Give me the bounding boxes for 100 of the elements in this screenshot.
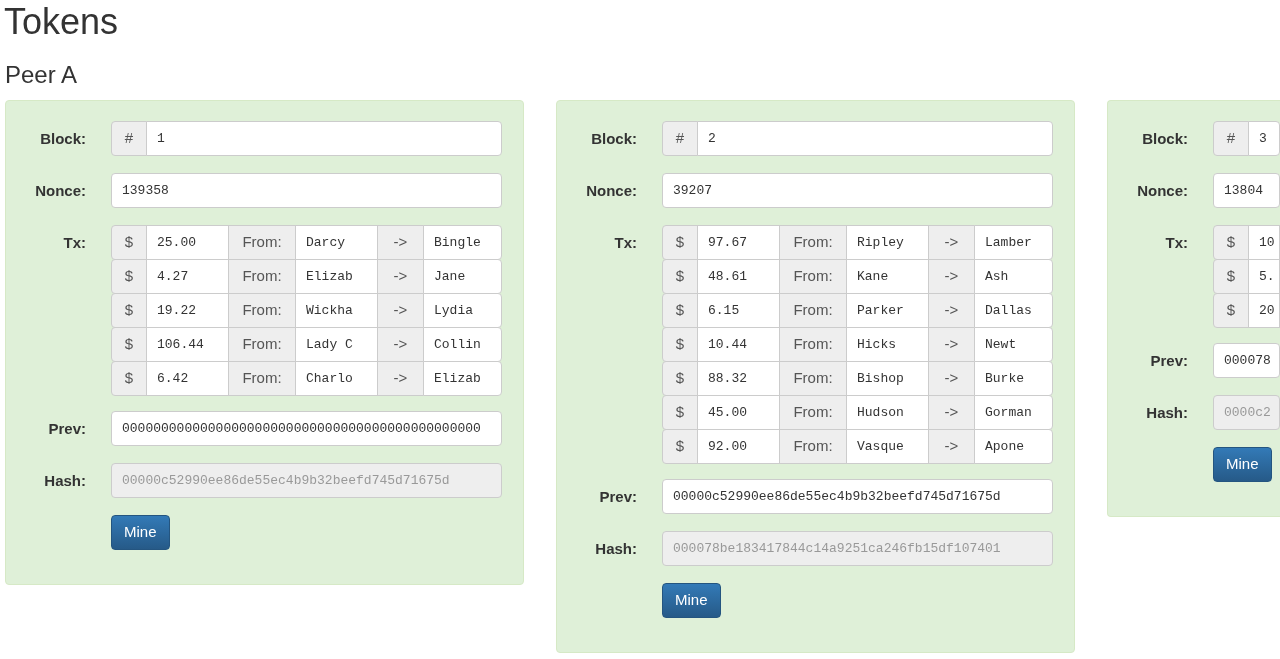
currency-addon: $	[1213, 225, 1249, 260]
input-field[interactable]: 5.	[1248, 259, 1280, 294]
input-field[interactable]: 6.42	[146, 361, 229, 396]
field-label: Tx:	[614, 233, 637, 253]
input-field[interactable]: 0000000000000000000000000000000000000000000000	[111, 411, 502, 446]
arrow-addon: ->	[928, 395, 975, 430]
from-addon: From:	[779, 361, 847, 396]
field-label: Block:	[1142, 129, 1188, 149]
arrow-addon: ->	[928, 327, 975, 362]
field-label: Tx:	[63, 233, 86, 253]
input-field[interactable]: Bishop	[846, 361, 929, 396]
input-field[interactable]: 3	[1248, 121, 1280, 156]
field-label: Nonce:	[1137, 181, 1188, 201]
currency-addon: $	[662, 361, 698, 396]
input-field[interactable]: Jane	[423, 259, 502, 294]
from-addon: From:	[228, 327, 296, 362]
input-field[interactable]: Bingle	[423, 225, 502, 260]
currency-addon: $	[662, 259, 698, 294]
input-field[interactable]: Collin	[423, 327, 502, 362]
input-field[interactable]: 92.00	[697, 429, 780, 464]
mine-button[interactable]: Mine	[111, 515, 170, 550]
field-label: Prev:	[1150, 351, 1188, 371]
input-field[interactable]: Wickha	[295, 293, 378, 328]
input-field[interactable]: Parker	[846, 293, 929, 328]
arrow-addon: ->	[377, 361, 424, 396]
from-addon: From:	[228, 361, 296, 396]
currency-addon: $	[111, 293, 147, 328]
peer-heading: Peer A	[4, 60, 79, 90]
field-label: Tx:	[1165, 233, 1188, 253]
currency-addon: $	[662, 293, 698, 328]
input-field[interactable]: 13804	[1213, 173, 1280, 208]
input-field[interactable]: 48.61	[697, 259, 780, 294]
from-addon: From:	[779, 327, 847, 362]
input-field[interactable]: Elizab	[295, 259, 378, 294]
field-label: Block:	[591, 129, 637, 149]
currency-addon: $	[111, 225, 147, 260]
input-field[interactable]: 000078	[1213, 343, 1280, 378]
arrow-addon: ->	[928, 361, 975, 396]
from-addon: From:	[779, 395, 847, 430]
field-label: Block:	[40, 129, 86, 149]
currency-addon: $	[662, 395, 698, 430]
field-label: Prev:	[599, 487, 637, 507]
input-field[interactable]: 4.27	[146, 259, 229, 294]
input-field[interactable]: Dallas	[974, 293, 1053, 328]
input-field[interactable]: Hicks	[846, 327, 929, 362]
input-field[interactable]: 20	[1248, 293, 1280, 328]
input-field[interactable]: 45.00	[697, 395, 780, 430]
mine-button[interactable]: Mine	[1213, 447, 1272, 482]
arrow-addon: ->	[928, 225, 975, 260]
currency-addon: $	[111, 361, 147, 396]
currency-addon: $	[662, 429, 698, 464]
input-field[interactable]: Ash	[974, 259, 1053, 294]
from-addon: From:	[228, 293, 296, 328]
hash-sign-addon: #	[1213, 121, 1249, 156]
from-addon: From:	[228, 259, 296, 294]
input-field[interactable]: 00000c52990ee86de55ec4b9b32beefd745d71675d	[662, 479, 1053, 514]
input-field[interactable]: Burke	[974, 361, 1053, 396]
input-field[interactable]: 97.67	[697, 225, 780, 260]
from-addon: From:	[228, 225, 296, 260]
mine-button[interactable]: Mine	[662, 583, 721, 618]
field-label: Hash:	[1146, 403, 1188, 423]
input-field[interactable]: 106.44	[146, 327, 229, 362]
field-label: Prev:	[48, 419, 86, 439]
input-field[interactable]: Kane	[846, 259, 929, 294]
input-field[interactable]: Charlo	[295, 361, 378, 396]
field-label: Nonce:	[586, 181, 637, 201]
input-field[interactable]: 10	[1248, 225, 1280, 260]
from-addon: From:	[779, 259, 847, 294]
input-field[interactable]: 139358	[111, 173, 502, 208]
arrow-addon: ->	[928, 259, 975, 294]
input-field[interactable]: Darcy	[295, 225, 378, 260]
from-addon: From:	[779, 293, 847, 328]
page-title: Tokens	[3, 0, 120, 44]
arrow-addon: ->	[377, 259, 424, 294]
input-field[interactable]: Elizab	[423, 361, 502, 396]
input-field[interactable]: 88.32	[697, 361, 780, 396]
input-field[interactable]: 19.22	[146, 293, 229, 328]
input-field[interactable]: Lydia	[423, 293, 502, 328]
input-field[interactable]: 39207	[662, 173, 1053, 208]
input-field[interactable]: 25.00	[146, 225, 229, 260]
input-field[interactable]: Apone	[974, 429, 1053, 464]
input-field[interactable]: 10.44	[697, 327, 780, 362]
input-field[interactable]: Ripley	[846, 225, 929, 260]
input-field[interactable]: 2	[697, 121, 1053, 156]
input-field[interactable]: Gorman	[974, 395, 1053, 430]
input-field[interactable]: Lady C	[295, 327, 378, 362]
input-field[interactable]: Newt	[974, 327, 1053, 362]
input-field[interactable]: Hudson	[846, 395, 929, 430]
input-field[interactable]: 1	[146, 121, 502, 156]
input-field[interactable]: Lamber	[974, 225, 1053, 260]
currency-addon: $	[662, 225, 698, 260]
input-field[interactable]: 6.15	[697, 293, 780, 328]
hash-sign-addon: #	[662, 121, 698, 156]
arrow-addon: ->	[377, 225, 424, 260]
from-addon: From:	[779, 429, 847, 464]
arrow-addon: ->	[928, 429, 975, 464]
arrow-addon: ->	[928, 293, 975, 328]
field-label: Nonce:	[35, 181, 86, 201]
currency-addon: $	[111, 259, 147, 294]
input-field[interactable]: Vasque	[846, 429, 929, 464]
